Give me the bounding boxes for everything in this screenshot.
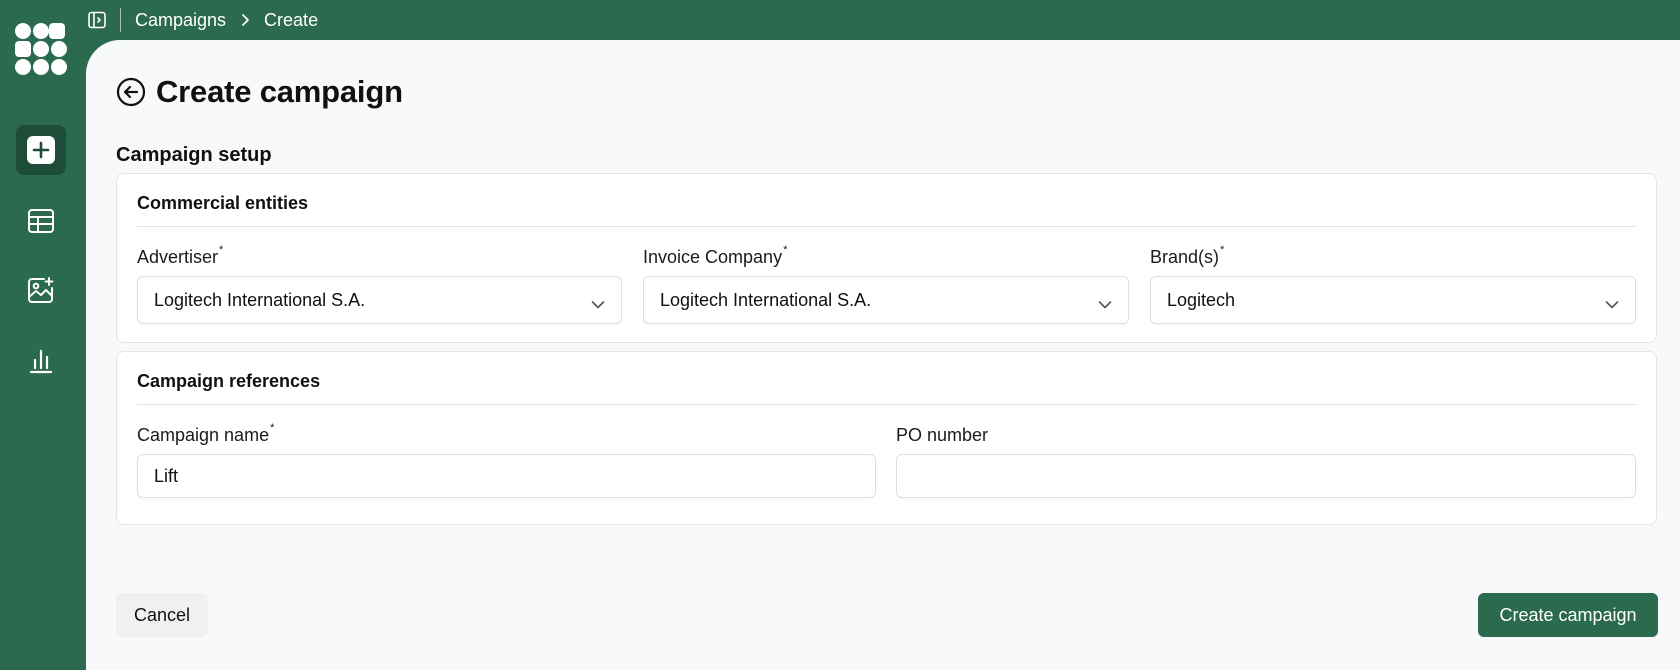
back-arrow-icon[interactable] [116,77,146,107]
nav-campaigns-table[interactable] [16,196,66,246]
campaign-references-card: Campaign references Campaign name* Lift … [116,351,1657,525]
nav-analytics[interactable] [16,336,66,386]
table-icon [27,207,55,235]
advertiser-value: Logitech International S.A. [154,289,366,310]
campaign-name-value: Lift [154,465,179,486]
sidebar [0,0,86,670]
po-number-input[interactable] [896,454,1636,498]
image-plus-icon [27,276,55,304]
campaign-name-label: Campaign name* [137,422,275,445]
chevron-right-icon [240,13,250,27]
brands-label: Brand(s)* [1150,244,1225,267]
nav-create-campaign[interactable] [16,125,66,175]
create-campaign-button[interactable]: Create campaign [1478,593,1658,637]
cancel-button[interactable]: Cancel [116,593,208,637]
card-title: Campaign references [137,371,321,391]
divider [137,226,1636,227]
brands-select[interactable]: Logitech [1150,276,1636,324]
advertiser-select[interactable]: Logitech International S.A. [137,276,622,324]
breadcrumb: Campaigns Create [135,10,318,31]
breadcrumb-campaigns[interactable]: Campaigns [135,10,226,31]
sidebar-toggle-icon[interactable] [88,11,106,29]
topbar-divider [120,8,121,32]
chevron-down-icon [1605,294,1619,315]
advertiser-label: Advertiser* [137,244,224,267]
nav-media[interactable] [16,265,66,315]
invoice-company-select[interactable]: Logitech International S.A. [643,276,1129,324]
bar-chart-icon [27,347,55,375]
card-title: Commercial entities [137,193,309,213]
main-content: Create campaign Campaign setup Commercia… [86,40,1680,670]
divider [137,404,1636,405]
section-title: Campaign setup [116,144,272,166]
breadcrumb-create: Create [264,9,319,30]
invoice-company-value: Logitech International S.A. [660,289,872,310]
invoice-company-label: Invoice Company* [643,244,788,267]
commercial-entities-card: Commercial entities Advertiser* Logitech… [116,173,1657,343]
page-header: Create campaign [116,74,403,110]
campaign-name-input[interactable]: Lift [137,454,876,498]
chevron-down-icon [591,294,605,315]
page-title: Create campaign [156,74,403,109]
po-number-label: PO number [896,425,989,445]
chevron-down-icon [1098,294,1112,315]
top-bar: Campaigns Create [86,0,1680,40]
brands-value: Logitech [1167,289,1236,310]
plus-square-icon [26,135,56,165]
app-logo[interactable] [14,22,68,76]
